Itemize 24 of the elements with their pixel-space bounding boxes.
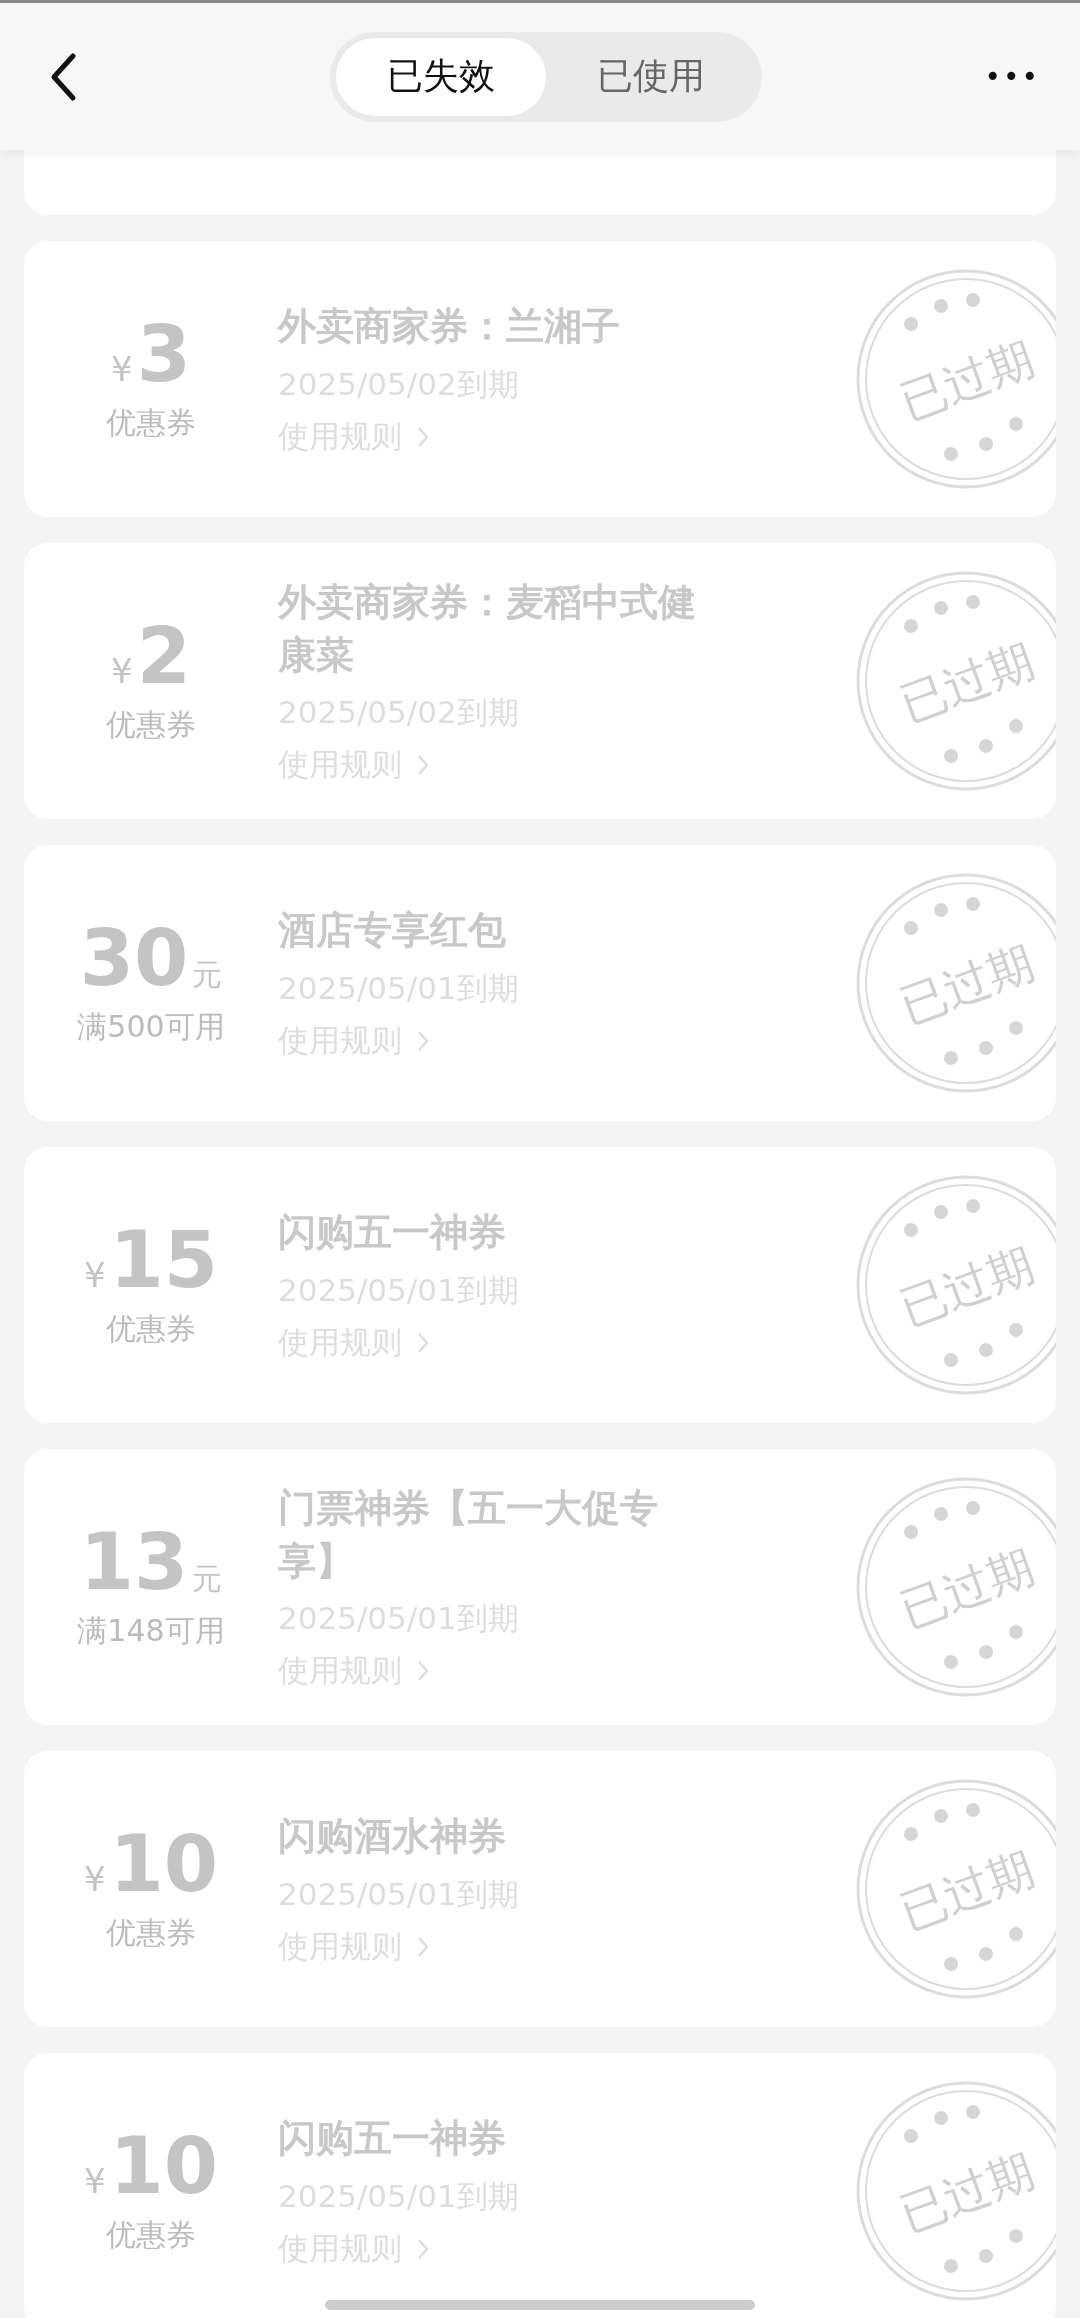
coupon-amount: 2 (136, 616, 191, 695)
coupon-amount: 15 (109, 1220, 219, 1299)
coupon-amount: 10 (109, 1824, 219, 1903)
currency-symbol: ¥ (83, 1254, 106, 1295)
currency-unit: 元 (192, 955, 223, 994)
currency-symbol: ¥ (83, 1858, 106, 1899)
coupon-condition: 优惠券 (106, 2215, 196, 2254)
coupon-condition: 满148可用 (77, 1611, 225, 1650)
coupon-condition: 优惠券 (106, 1913, 196, 1952)
currency-symbol: ¥ (83, 2160, 106, 2201)
coupon-amount: 30 (79, 918, 189, 997)
tab[interactable]: 已失效 (336, 37, 546, 116)
coupon-condition: 优惠券 (106, 705, 196, 744)
currency-symbol: ¥ (111, 650, 133, 691)
more-button[interactable]: ••• (984, 60, 1040, 93)
coupon-amount: 3 (136, 314, 191, 393)
coupon-amount: 10 (109, 2126, 219, 2205)
coupon-condition: 满500可用 (77, 1007, 225, 1046)
tab[interactable]: 已使用 (546, 37, 756, 116)
currency-unit: 元 (192, 1559, 223, 1598)
coupon-condition: 优惠券 (106, 1309, 196, 1348)
currency-symbol: ¥ (111, 348, 133, 389)
coupon-condition: 优惠券 (106, 403, 196, 442)
coupon-amount: 13 (79, 1522, 189, 1601)
